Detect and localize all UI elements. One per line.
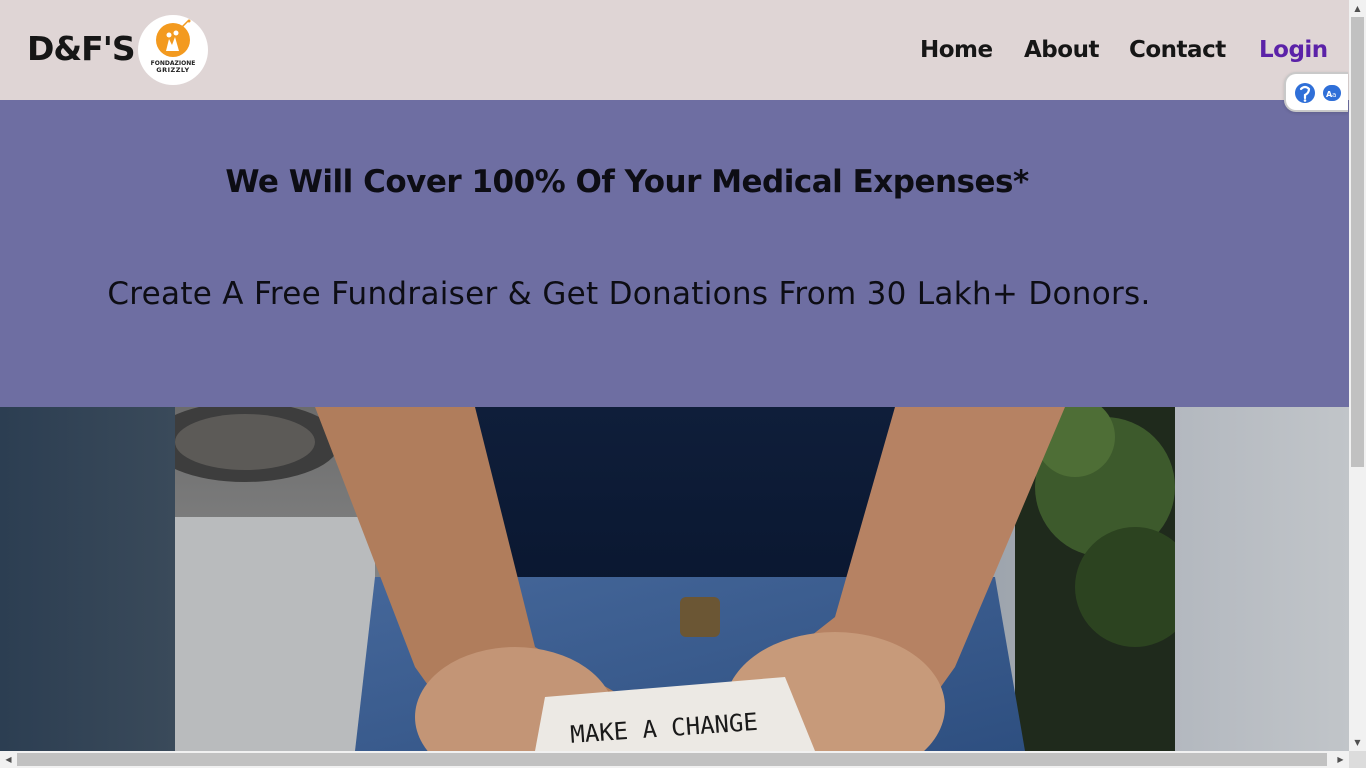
hero-banner: We Will Cover 100% Of Your Medical Expen… — [0, 100, 1349, 407]
hero-subtitle: Create A Free Fundraiser & Get Donations… — [107, 276, 1151, 312]
accessibility-widget[interactable]: A a — [1284, 72, 1348, 112]
nav-home-link[interactable]: Home — [920, 34, 993, 66]
logo-emblem-icon — [156, 19, 191, 57]
hands-holding-note-image: MAKE A CHANGE — [175, 407, 1175, 751]
site-header: D&F'S FONDAZIONE GRIZZLY Home About Cont… — [0, 0, 1349, 100]
nav-contact-link[interactable]: Contact — [1129, 34, 1226, 66]
fondazione-grizzly-logo[interactable]: FONDAZIONE GRIZZLY — [138, 15, 208, 85]
scroll-left-arrow-icon[interactable]: ◀ — [0, 751, 17, 768]
scroll-up-arrow-icon[interactable]: ▲ — [1349, 0, 1366, 17]
hero-title: We Will Cover 100% Of Your Medical Expen… — [225, 164, 1029, 200]
scroll-right-arrow-icon[interactable]: ▶ — [1332, 751, 1349, 768]
horizontal-scroll-thumb[interactable] — [17, 753, 1327, 766]
scroll-down-arrow-icon[interactable]: ▼ — [1349, 734, 1366, 751]
logo-text-bottom: GRIZZLY — [156, 66, 190, 74]
nav-login-link[interactable]: Login — [1259, 34, 1328, 66]
vertical-scroll-thumb[interactable] — [1351, 17, 1364, 467]
nav-about-link[interactable]: About — [1024, 34, 1099, 66]
page-viewport: D&F'S FONDAZIONE GRIZZLY Home About Cont… — [0, 0, 1349, 751]
hero-photo: MAKE A CHANGE — [175, 407, 1175, 751]
accessibility-icon[interactable] — [1294, 82, 1316, 104]
vertical-scrollbar[interactable]: ▲ ▼ — [1349, 0, 1366, 751]
scrollbar-corner — [1349, 751, 1366, 768]
horizontal-scrollbar[interactable]: ◀ ▶ — [0, 751, 1349, 768]
svg-text:a: a — [1332, 91, 1336, 99]
translate-icon[interactable]: A a — [1322, 84, 1342, 102]
brand-name[interactable]: D&F'S — [27, 29, 136, 69]
